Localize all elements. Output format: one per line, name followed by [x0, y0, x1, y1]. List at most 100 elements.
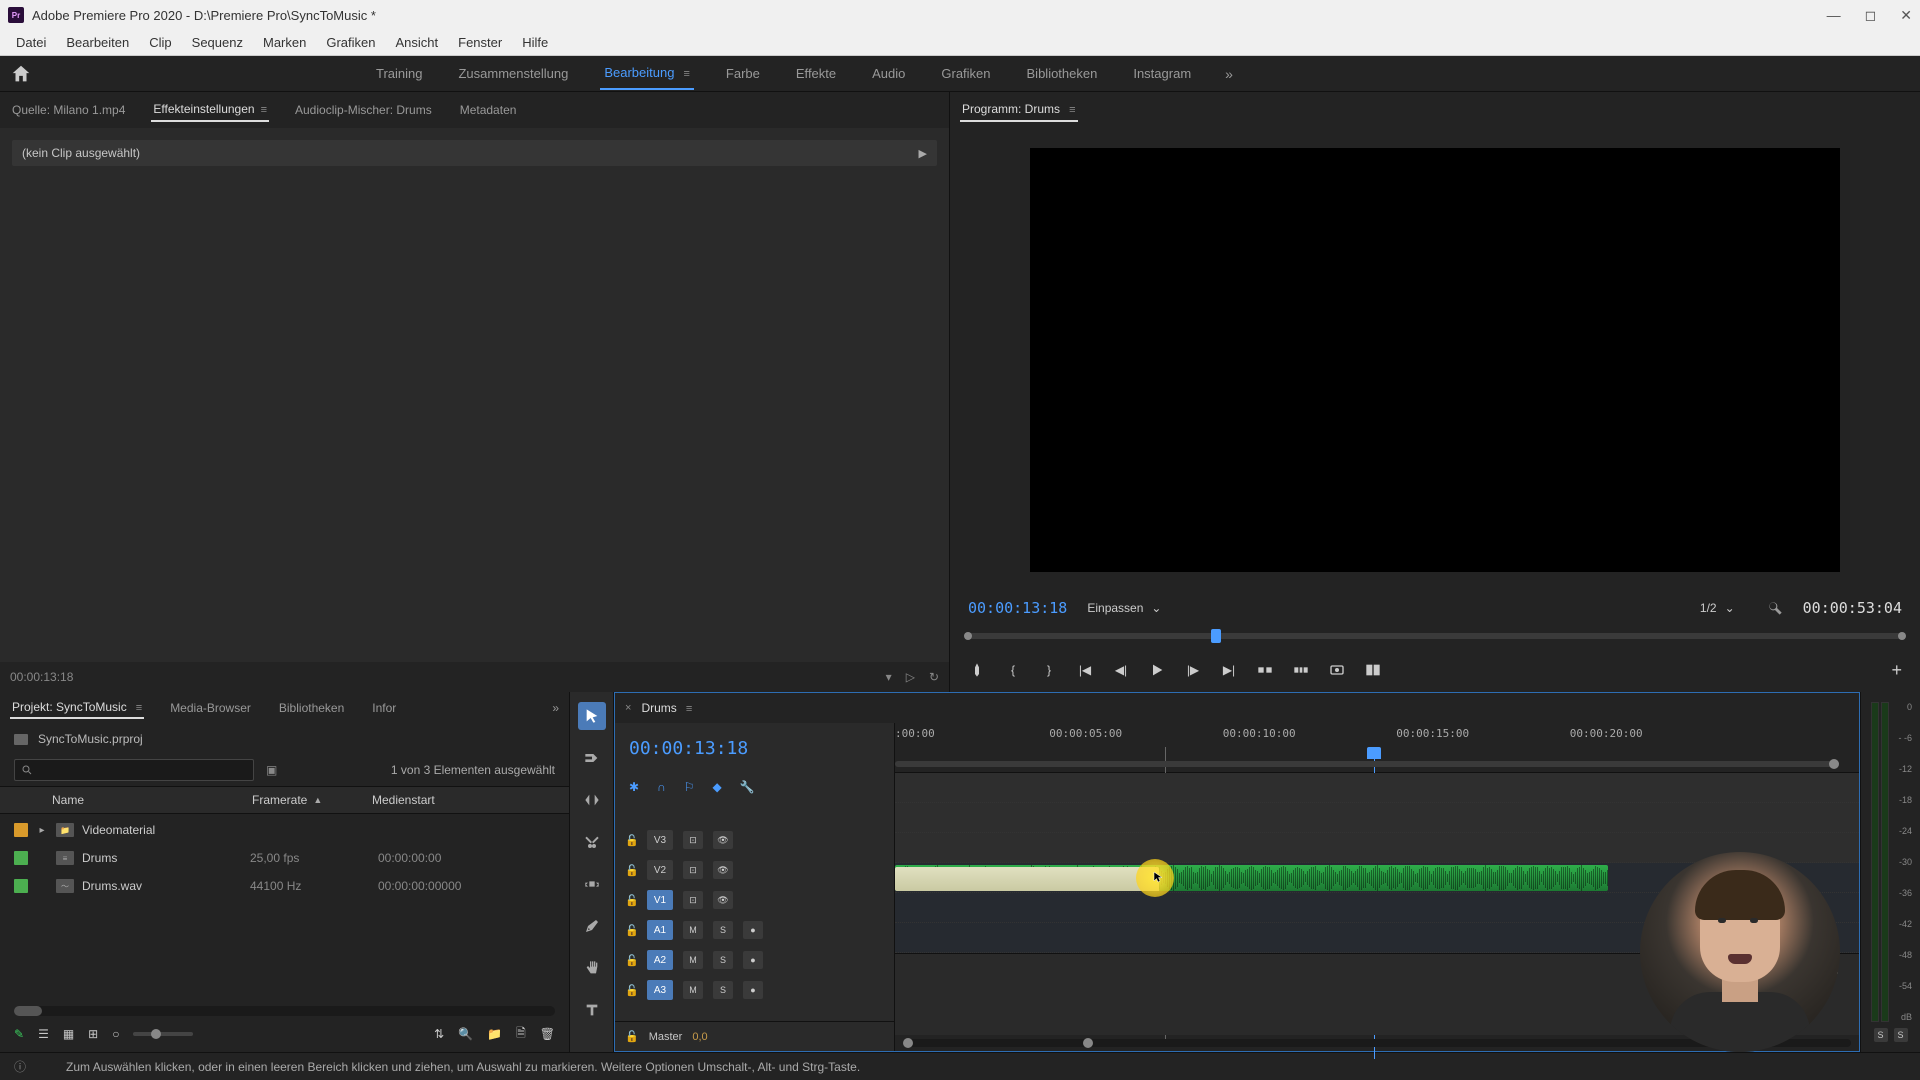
solo-right-button[interactable]: S: [1894, 1028, 1908, 1042]
project-horizontal-scrollbar[interactable]: [14, 1006, 555, 1016]
tab-media-browser[interactable]: Media-Browser: [168, 698, 253, 718]
thumbnail-size-slider[interactable]: [133, 1032, 193, 1036]
toggle-output-button[interactable]: 👁: [713, 831, 733, 849]
project-tabs-overflow[interactable]: »: [552, 701, 559, 715]
workspace-training[interactable]: Training: [372, 58, 426, 89]
track-lock-icon[interactable]: 🔓: [625, 924, 637, 937]
tab-effect-controls[interactable]: Effekteinstellungen≡: [151, 98, 269, 122]
type-tool[interactable]: [578, 996, 606, 1024]
add-marker-button[interactable]: [968, 661, 986, 679]
comparison-view-button[interactable]: [1364, 661, 1382, 679]
slip-tool[interactable]: [578, 870, 606, 898]
linked-selection-icon[interactable]: ∩: [657, 780, 666, 794]
track-select-tool[interactable]: [578, 744, 606, 772]
loop-icon[interactable]: ↻: [929, 670, 939, 684]
label-color-chip[interactable]: [14, 851, 28, 865]
freeform-view-icon[interactable]: ⊞: [88, 1027, 98, 1041]
expand-arrow-icon[interactable]: ▶: [919, 147, 927, 160]
menu-ansicht[interactable]: Ansicht: [385, 33, 448, 52]
track-target-v1[interactable]: V1: [647, 890, 673, 910]
tab-metadata[interactable]: Metadaten: [458, 99, 519, 121]
tab-audio-mixer[interactable]: Audioclip-Mischer: Drums: [293, 99, 434, 121]
timeline-tab-close[interactable]: ×: [625, 702, 631, 714]
program-video-output[interactable]: [1030, 148, 1840, 572]
project-row-drums-wav[interactable]: ～ Drums.wav 44100 Hz 00:00:00:00000: [14, 872, 555, 900]
minimize-button[interactable]: —: [1827, 7, 1841, 24]
play-only-icon[interactable]: ▷: [906, 670, 915, 684]
sync-lock-button[interactable]: ⊡: [683, 861, 703, 879]
menu-sequenz[interactable]: Sequenz: [182, 33, 253, 52]
step-forward-button[interactable]: |▶: [1184, 661, 1202, 679]
workspace-farbe[interactable]: Farbe: [722, 58, 764, 89]
voice-record-button[interactable]: ●: [743, 951, 763, 969]
tab-menu-icon[interactable]: ≡: [133, 702, 142, 714]
track-v2[interactable]: [895, 803, 1859, 833]
workspace-bibliotheken[interactable]: Bibliotheken: [1023, 58, 1102, 89]
tab-source[interactable]: Quelle: Milano 1.mp4: [10, 99, 127, 121]
new-item-icon[interactable]: 🗎: [516, 1024, 526, 1045]
menu-grafiken[interactable]: Grafiken: [316, 33, 385, 52]
find-icon[interactable]: 🔍: [458, 1027, 473, 1041]
menu-bearbeiten[interactable]: Bearbeiten: [56, 33, 139, 52]
scrubber-playhead[interactable]: [1211, 629, 1221, 643]
edit-pencil-icon[interactable]: ✎: [14, 1027, 24, 1041]
menu-datei[interactable]: Datei: [6, 33, 56, 52]
solo-button[interactable]: S: [713, 951, 733, 969]
timeline-tab[interactable]: Drums ≡: [641, 701, 692, 715]
workspace-effekte[interactable]: Effekte: [792, 58, 840, 89]
mute-button[interactable]: M: [683, 981, 703, 999]
extract-button[interactable]: [1292, 661, 1310, 679]
playhead-handle[interactable]: [1367, 747, 1381, 759]
home-icon[interactable]: [10, 63, 32, 85]
column-medienstart[interactable]: Medienstart: [372, 793, 555, 807]
pen-tool[interactable]: [578, 912, 606, 940]
sync-lock-button[interactable]: ⊡: [683, 831, 703, 849]
timeline-settings-icon[interactable]: 🔧: [740, 780, 755, 794]
play-button[interactable]: [1148, 661, 1166, 679]
track-lock-icon[interactable]: 🔓: [625, 954, 637, 967]
program-tab[interactable]: Programm: Drums ≡: [960, 98, 1078, 122]
solo-left-button[interactable]: S: [1874, 1028, 1888, 1042]
new-bin-icon[interactable]: 📁: [487, 1027, 502, 1041]
snap-icon[interactable]: ✱: [629, 780, 639, 794]
project-row-videomaterial[interactable]: ▸ 📁 Videomaterial: [14, 816, 555, 844]
zoom-circle-icon[interactable]: ○: [112, 1027, 119, 1041]
track-target-a3[interactable]: A3: [647, 980, 673, 1000]
zoom-end-handle[interactable]: [1829, 759, 1839, 769]
label-color-chip[interactable]: [14, 879, 28, 893]
track-lock-icon[interactable]: 🔓: [625, 864, 637, 877]
program-current-timecode[interactable]: 00:00:13:18: [968, 599, 1067, 617]
workspace-zusammenstellung[interactable]: Zusammenstellung: [454, 58, 572, 89]
master-value[interactable]: 0,0: [692, 1031, 707, 1043]
track-v3[interactable]: [895, 773, 1859, 803]
razor-tool[interactable]: [578, 828, 606, 856]
mark-in-button[interactable]: {: [1004, 661, 1022, 679]
filmstrip-toggle-icon[interactable]: ▣: [266, 763, 277, 777]
tab-menu-icon[interactable]: ≡: [1066, 104, 1075, 116]
tab-libraries[interactable]: Bibliotheken: [277, 698, 346, 718]
solo-button[interactable]: S: [713, 981, 733, 999]
menu-fenster[interactable]: Fenster: [448, 33, 512, 52]
sync-lock-button[interactable]: ⊡: [683, 891, 703, 909]
column-framerate[interactable]: Framerate▲: [252, 793, 372, 807]
menu-clip[interactable]: Clip: [139, 33, 181, 52]
track-lock-icon[interactable]: 🔓: [625, 834, 637, 847]
track-target-a1[interactable]: A1: [647, 920, 673, 940]
button-editor-add[interactable]: +: [1891, 660, 1902, 681]
track-lock-icon[interactable]: 🔓: [625, 984, 637, 997]
step-back-button[interactable]: ◀|: [1112, 661, 1130, 679]
expand-caret-icon[interactable]: ▸: [36, 825, 48, 836]
track-target-a2[interactable]: A2: [647, 950, 673, 970]
tab-menu-icon[interactable]: ≡: [261, 104, 267, 116]
workspace-instagram[interactable]: Instagram: [1129, 58, 1195, 89]
scrubber-out-handle[interactable]: [1898, 632, 1906, 640]
zoom-dropdown[interactable]: 1/2⌄: [1700, 601, 1735, 615]
tab-info[interactable]: Infor: [370, 698, 398, 718]
timeline-ruler[interactable]: :00:0000:00:05:0000:00:10:0000:00:15:000…: [895, 723, 1859, 773]
toggle-output-button[interactable]: 👁: [713, 891, 733, 909]
trash-icon[interactable]: 🗑: [540, 1027, 555, 1041]
voice-record-button[interactable]: ●: [743, 921, 763, 939]
solo-button[interactable]: S: [713, 921, 733, 939]
maximize-button[interactable]: ◻: [1865, 7, 1877, 24]
list-view-icon[interactable]: ☰: [38, 1027, 49, 1041]
